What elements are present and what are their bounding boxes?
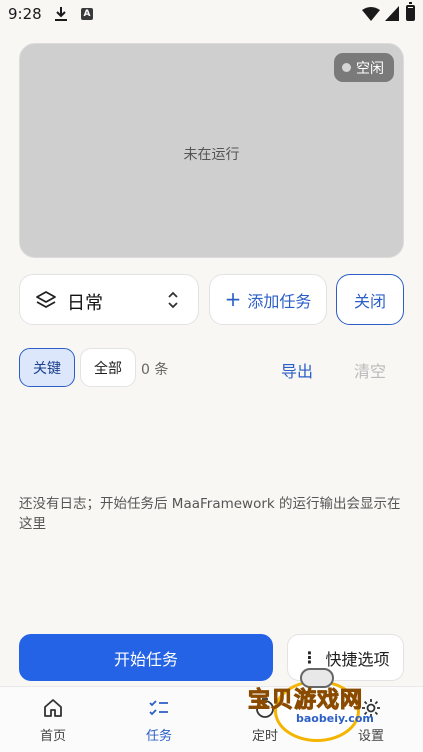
add-task-button[interactable]: + 添加任务 — [209, 274, 327, 325]
log-empty-message: 还没有日志；开始任务后 MaaFramework 的运行输出会显示在这里 — [19, 496, 401, 532]
profile-label: 日常 — [67, 293, 103, 314]
log-count: 0 条 — [141, 362, 169, 378]
quick-options-label: 快捷选项 — [325, 649, 390, 669]
nav-label-tasks: 任务 — [145, 729, 172, 744]
bottom-nav: 首页 任务 定时 设置 — [0, 686, 423, 752]
preview-message: 未在运行 — [183, 147, 240, 163]
settings-icon — [362, 699, 380, 717]
status-badge-label: 空闲 — [356, 60, 384, 77]
export-button[interactable]: 导出 — [281, 358, 313, 382]
start-task-button[interactable]: 开始任务 — [19, 634, 273, 681]
status-badge: 空闲 — [334, 53, 394, 82]
filter-chip-all[interactable]: 全部 — [80, 348, 136, 387]
nav-item-settings[interactable]: 设置 — [318, 687, 423, 752]
plus-icon: + — [224, 286, 242, 311]
home-icon — [44, 699, 62, 717]
status-dot-icon — [342, 63, 351, 72]
add-task-label: 添加任务 — [247, 291, 312, 311]
app-notification-icon: A — [81, 8, 93, 20]
status-time: 9:28 — [8, 5, 42, 23]
nav-item-tasks[interactable]: 任务 — [106, 687, 212, 752]
unfold-icon — [168, 291, 178, 309]
battery-icon — [406, 2, 415, 21]
signal-icon — [385, 6, 399, 21]
close-button[interactable]: 关闭 — [336, 274, 404, 325]
download-icon — [55, 7, 67, 21]
preview-panel: 空闲 未在运行 — [19, 43, 404, 258]
nav-label-timer: 定时 — [251, 729, 278, 744]
clear-button[interactable]: 清空 — [354, 358, 386, 382]
screen: 9:28 A 空闲 未在运行 日常 + 添加任务 关闭 关键 全部 0 条 导出… — [0, 0, 423, 752]
nav-label-settings: 设置 — [357, 729, 384, 744]
wifi-icon — [362, 7, 380, 21]
tasks-icon — [149, 700, 168, 716]
more-vert-icon: ⋮ — [301, 648, 318, 667]
profile-select[interactable]: 日常 — [19, 274, 199, 325]
status-bar: 9:28 A — [0, 0, 423, 30]
nav-item-home[interactable]: 首页 — [0, 687, 106, 752]
nav-label-home: 首页 — [39, 729, 66, 744]
filter-chip-key[interactable]: 关键 — [19, 348, 75, 387]
nav-item-timer[interactable]: 定时 — [212, 687, 318, 752]
timer-icon — [256, 698, 274, 718]
quick-options-button[interactable]: ⋮ 快捷选项 — [287, 634, 404, 681]
layers-icon — [36, 291, 56, 308]
